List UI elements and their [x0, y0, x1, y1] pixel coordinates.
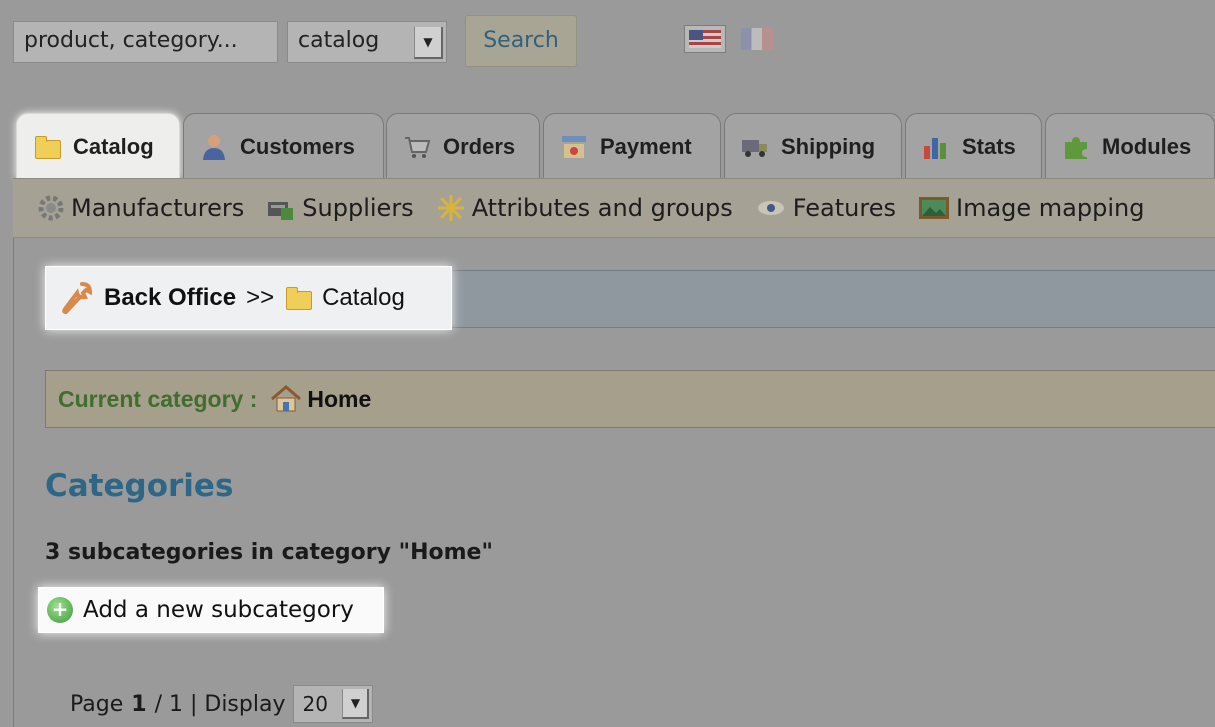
tab-label: Orders: [443, 133, 516, 159]
current-category-name: Home: [307, 385, 372, 412]
tab-payment[interactable]: Payment: [543, 113, 721, 179]
page-title: Categories: [45, 468, 234, 504]
image-icon: [918, 197, 949, 219]
breadcrumb-root[interactable]: Back Office: [104, 284, 236, 312]
tab-shipping[interactable]: Shipping: [724, 113, 902, 179]
tab-label: Payment: [600, 133, 692, 159]
add-subcategory-link[interactable]: + Add a new subcategory: [38, 587, 384, 633]
us-flag-icon[interactable]: [684, 25, 726, 53]
customer-icon: [200, 134, 228, 160]
tab-label: Shipping: [781, 133, 876, 159]
breadcrumb: Back Office >> Catalog: [45, 266, 452, 330]
search-button[interactable]: Search: [465, 15, 577, 67]
chevron-down-icon[interactable]: ▼: [414, 27, 443, 59]
tab-label: Catalog: [73, 133, 154, 159]
add-icon: +: [47, 597, 73, 623]
home-icon: [271, 385, 302, 412]
page-total-text: / 1 | Display: [154, 691, 286, 717]
pagination: Page 1 / 1 | Display 20 ▼: [70, 684, 374, 724]
subnav-label: Suppliers: [302, 194, 414, 222]
tab-modules[interactable]: Modules: [1045, 113, 1215, 179]
subnav-item-suppliers[interactable]: Suppliers: [266, 194, 414, 222]
subnav-item-features[interactable]: Features: [755, 194, 896, 222]
add-subcategory-label: Add a new subcategory: [83, 597, 354, 623]
page-label: Page: [70, 691, 124, 717]
breadcrumb-separator: >>: [246, 284, 275, 311]
tab-orders[interactable]: Orders: [386, 113, 540, 179]
subnav-item-manufacturers[interactable]: Manufacturers: [37, 194, 244, 222]
current-page: 1: [131, 691, 147, 717]
cart-icon: [403, 134, 431, 160]
supplier-icon: [268, 202, 294, 220]
current-category-label: Current category :: [58, 385, 258, 412]
puzzle-icon: [1062, 134, 1090, 160]
wrench-icon: [62, 282, 93, 315]
display-count-select[interactable]: 20 ▼: [293, 685, 374, 723]
folder-icon: [284, 285, 313, 311]
tab-label: Customers: [240, 133, 355, 159]
search-input[interactable]: product, category...: [13, 21, 278, 63]
subnav-item-attributes[interactable]: Attributes and groups: [436, 193, 733, 223]
tab-customers[interactable]: Customers: [183, 113, 384, 179]
subcategory-count: 3 subcategories in category "Home": [45, 540, 493, 565]
subnav-label: Manufacturers: [71, 194, 245, 222]
bar-chart-icon: [922, 134, 950, 160]
tab-label: Stats: [962, 133, 1016, 159]
payment-icon: [560, 134, 588, 160]
catalog-subnav: Manufacturers Suppliers Attributes and g…: [13, 178, 1215, 238]
subnav-label: Image mapping: [955, 194, 1145, 222]
search-scope-select[interactable]: catalog ▼: [287, 21, 447, 63]
tab-catalog[interactable]: Catalog: [16, 113, 180, 179]
tab-stats[interactable]: Stats: [905, 113, 1042, 179]
current-category-value[interactable]: Home: [269, 385, 371, 413]
subnav-item-image-mapping[interactable]: Image mapping: [918, 194, 1144, 222]
truck-icon: [741, 134, 769, 160]
tab-label: Modules: [1102, 133, 1192, 159]
attributes-icon: [437, 195, 464, 221]
breadcrumb-current: Catalog: [322, 284, 405, 311]
gear-icon: [38, 195, 64, 221]
eye-icon: [757, 201, 784, 215]
search-scope-value: catalog: [298, 28, 380, 53]
folder-icon: [33, 134, 61, 160]
display-count-value: 20: [302, 692, 328, 716]
fr-flag-icon[interactable]: [741, 28, 773, 50]
subnav-label: Attributes and groups: [471, 194, 733, 222]
subnav-label: Features: [792, 194, 896, 222]
current-category-bar: Current category : Home: [45, 370, 1215, 428]
chevron-down-icon[interactable]: ▼: [342, 689, 370, 719]
